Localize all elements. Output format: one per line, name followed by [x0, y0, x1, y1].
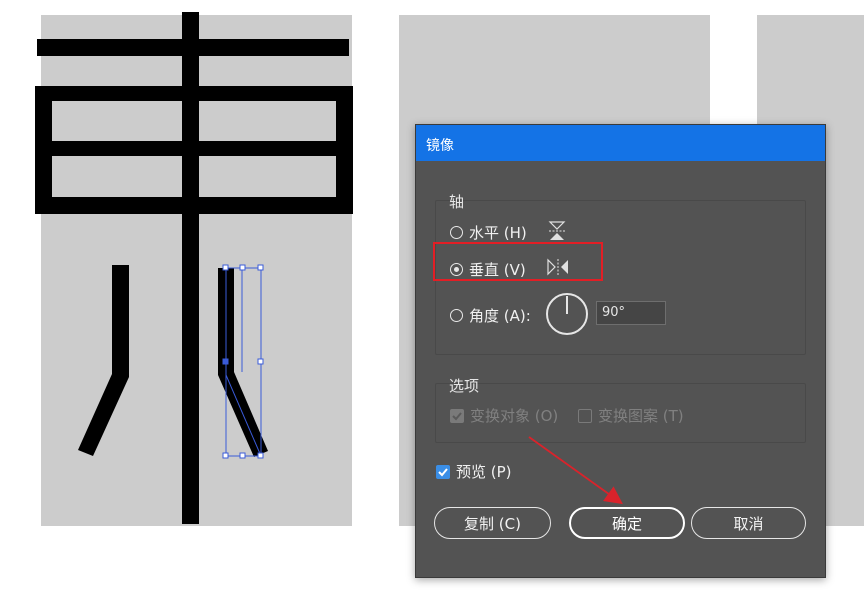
annotation-arrow — [528, 436, 623, 505]
